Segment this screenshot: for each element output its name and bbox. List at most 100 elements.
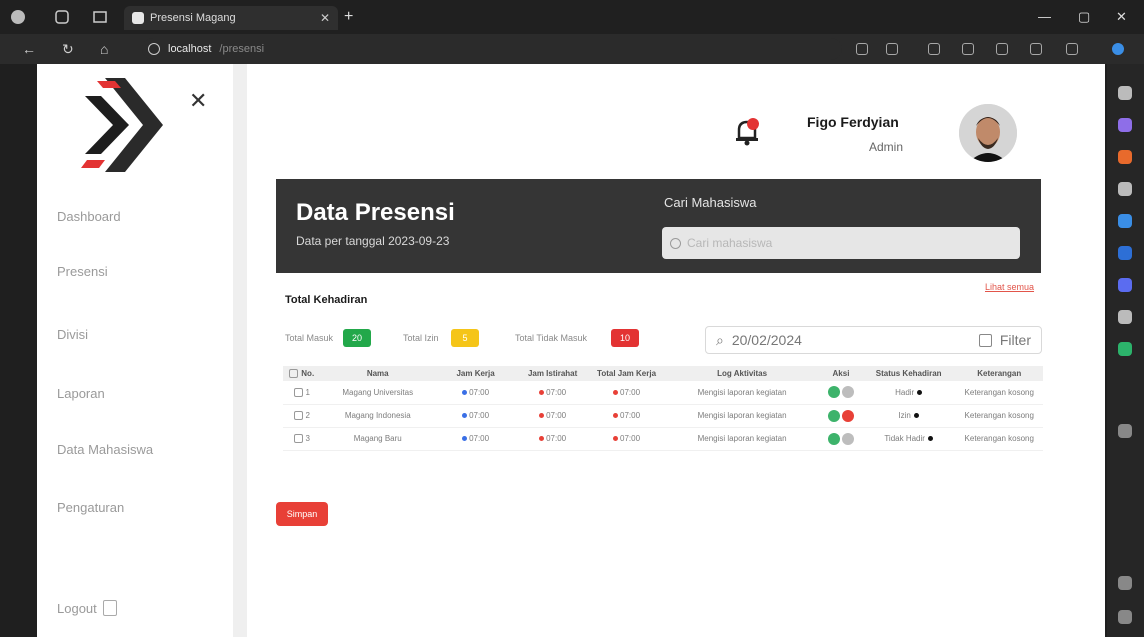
table-row[interactable]: 3 Magang Baru 07:00 07:00 07:00 Mengisi … (283, 427, 1043, 451)
row-checkbox[interactable] (293, 411, 303, 421)
row-total: 07:00 (620, 387, 641, 397)
row-checkbox[interactable] (293, 387, 303, 397)
extensions-icon[interactable] (1030, 43, 1042, 55)
status-indicator-icon (927, 436, 933, 442)
rail-settings-icon[interactable] (1118, 610, 1132, 624)
rail-tools-icon[interactable] (1118, 118, 1132, 132)
tab-favicon-icon (132, 12, 144, 24)
approve-icon[interactable] (827, 432, 840, 445)
row-note: Keterangan kosong (955, 381, 1043, 405)
maximize-icon[interactable]: ▢ (1078, 9, 1090, 25)
date-search-icon: ⌕ (716, 331, 724, 348)
sidebar-item-divisi[interactable]: Divisi (57, 327, 88, 342)
status-indicator-icon (913, 413, 919, 419)
home-icon[interactable]: ⌂ (100, 41, 108, 57)
rail-search-icon[interactable] (1118, 86, 1132, 100)
sidebar-item-dashboard[interactable]: Dashboard (57, 209, 121, 224)
rail-customize-icon[interactable] (1118, 576, 1132, 590)
notification-bell-icon[interactable] (733, 116, 761, 146)
sidebar-item-presensi[interactable]: Presensi (57, 264, 108, 279)
sidebar-item-pengaturan[interactable]: Pengaturan (57, 500, 124, 515)
sidebar-close-icon[interactable]: ✕ (189, 88, 207, 114)
col-header: Aksi (820, 366, 862, 381)
rail-office-icon[interactable] (1118, 214, 1132, 228)
rail-drop-icon[interactable] (1118, 310, 1132, 324)
row-note: Keterangan kosong (955, 427, 1043, 451)
row-checkbox[interactable] (293, 434, 303, 444)
workspaces-icon[interactable] (54, 9, 70, 25)
view-all-link[interactable]: Lihat semua (985, 282, 1034, 292)
row-status: Tidak Hadir (884, 434, 925, 443)
row-status: Hadir (895, 387, 915, 397)
window-close-icon[interactable]: ✕ (1116, 9, 1127, 25)
favorites-icon[interactable] (962, 43, 974, 55)
row-total: 07:00 (620, 434, 641, 443)
filter-button[interactable]: Filter (1000, 332, 1041, 348)
profile-icon[interactable] (10, 9, 26, 25)
rail-app-icon[interactable] (1118, 342, 1132, 356)
new-tab-icon[interactable]: + (344, 8, 353, 26)
row-no: 1 (305, 387, 310, 397)
col-header: Log Aktivitas (664, 366, 821, 381)
row-no: 2 (305, 410, 310, 420)
col-header: Status Kehadiran (861, 366, 956, 381)
search-input[interactable]: Cari mahasiswa (662, 227, 1020, 259)
row-name: Magang Indonesia (320, 404, 435, 428)
user-avatar[interactable] (959, 104, 1017, 162)
url-path: /presensi (219, 43, 265, 55)
status-dot (462, 413, 468, 419)
sidebar-item-data-mahasiswa[interactable]: Data Mahasiswa (57, 442, 153, 457)
app-logo (81, 78, 163, 172)
row-status: Izin (898, 411, 911, 420)
logout-button[interactable]: Logout (57, 600, 117, 616)
address-bar[interactable]: localhost/presensi (142, 38, 842, 60)
row-jam-kerja: 07:00 (469, 411, 490, 420)
split-screen-icon[interactable] (928, 43, 940, 55)
approve-icon[interactable] (827, 409, 840, 422)
approve-icon[interactable] (827, 386, 840, 399)
sidebar-item-laporan[interactable]: Laporan (57, 386, 105, 401)
col-header: Jam Kerja (434, 366, 517, 381)
reload-icon[interactable]: ↻ (62, 41, 74, 58)
chip-label-masuk: Total Masuk (285, 333, 334, 343)
tab-actions-icon[interactable] (92, 9, 108, 25)
date-value: 20/02/2024 (731, 332, 802, 348)
tab-close-icon[interactable]: ✕ (320, 11, 330, 25)
browser-toolbar: ← ↻ ⌂ localhost/presensi (0, 34, 1144, 64)
save-button[interactable]: Simpan (276, 502, 328, 526)
rail-outlook-icon[interactable] (1118, 246, 1132, 260)
status-dot (539, 413, 545, 419)
rail-shopping-icon[interactable] (1118, 150, 1132, 164)
table-row[interactable]: 2 Magang Indonesia 07:00 07:00 07:00 Men… (283, 404, 1043, 428)
minimize-icon[interactable]: — (1038, 9, 1051, 24)
reject-icon[interactable] (841, 432, 854, 445)
reject-icon[interactable] (841, 386, 854, 399)
rail-games-icon[interactable] (1118, 182, 1132, 196)
status-dot (539, 436, 545, 442)
edge-sidebar-rail (1107, 64, 1144, 637)
select-all-checkbox[interactable] (289, 369, 299, 379)
rail-teams-icon[interactable] (1118, 278, 1132, 292)
rail-add-icon[interactable] (1118, 424, 1132, 438)
calendar-icon[interactable] (978, 333, 992, 347)
logout-label: Logout (57, 600, 97, 616)
browser-tab[interactable]: Presensi Magang ✕ (124, 6, 338, 30)
reject-icon[interactable] (841, 409, 854, 422)
chip-label-izin: Total Izin (403, 333, 439, 343)
date-filter[interactable]: ⌕ 20/02/2024 Filter (705, 326, 1042, 354)
site-info-icon[interactable] (148, 43, 160, 55)
search-label: Cari Mahasiswa (664, 195, 757, 210)
tab-title: Presensi Magang (150, 12, 236, 24)
row-log: Mengisi laporan kegiatan (664, 427, 821, 451)
more-menu-icon[interactable] (1066, 43, 1078, 55)
summary-title: Total Kehadiran (285, 294, 368, 306)
browser-tabbar: Presensi Magang ✕ + — ▢ ✕ (0, 0, 1144, 34)
row-jam-kerja: 07:00 (469, 434, 490, 443)
read-aloud-icon[interactable] (856, 43, 868, 55)
back-icon[interactable]: ← (22, 41, 36, 57)
copilot-icon[interactable] (1112, 43, 1124, 55)
favorite-star-icon[interactable] (886, 43, 898, 55)
search-placeholder: Cari mahasiswa (687, 236, 773, 250)
collections-icon[interactable] (996, 43, 1008, 55)
table-row[interactable]: 1 Magang Universitas 07:00 07:00 07:00 M… (283, 381, 1043, 405)
